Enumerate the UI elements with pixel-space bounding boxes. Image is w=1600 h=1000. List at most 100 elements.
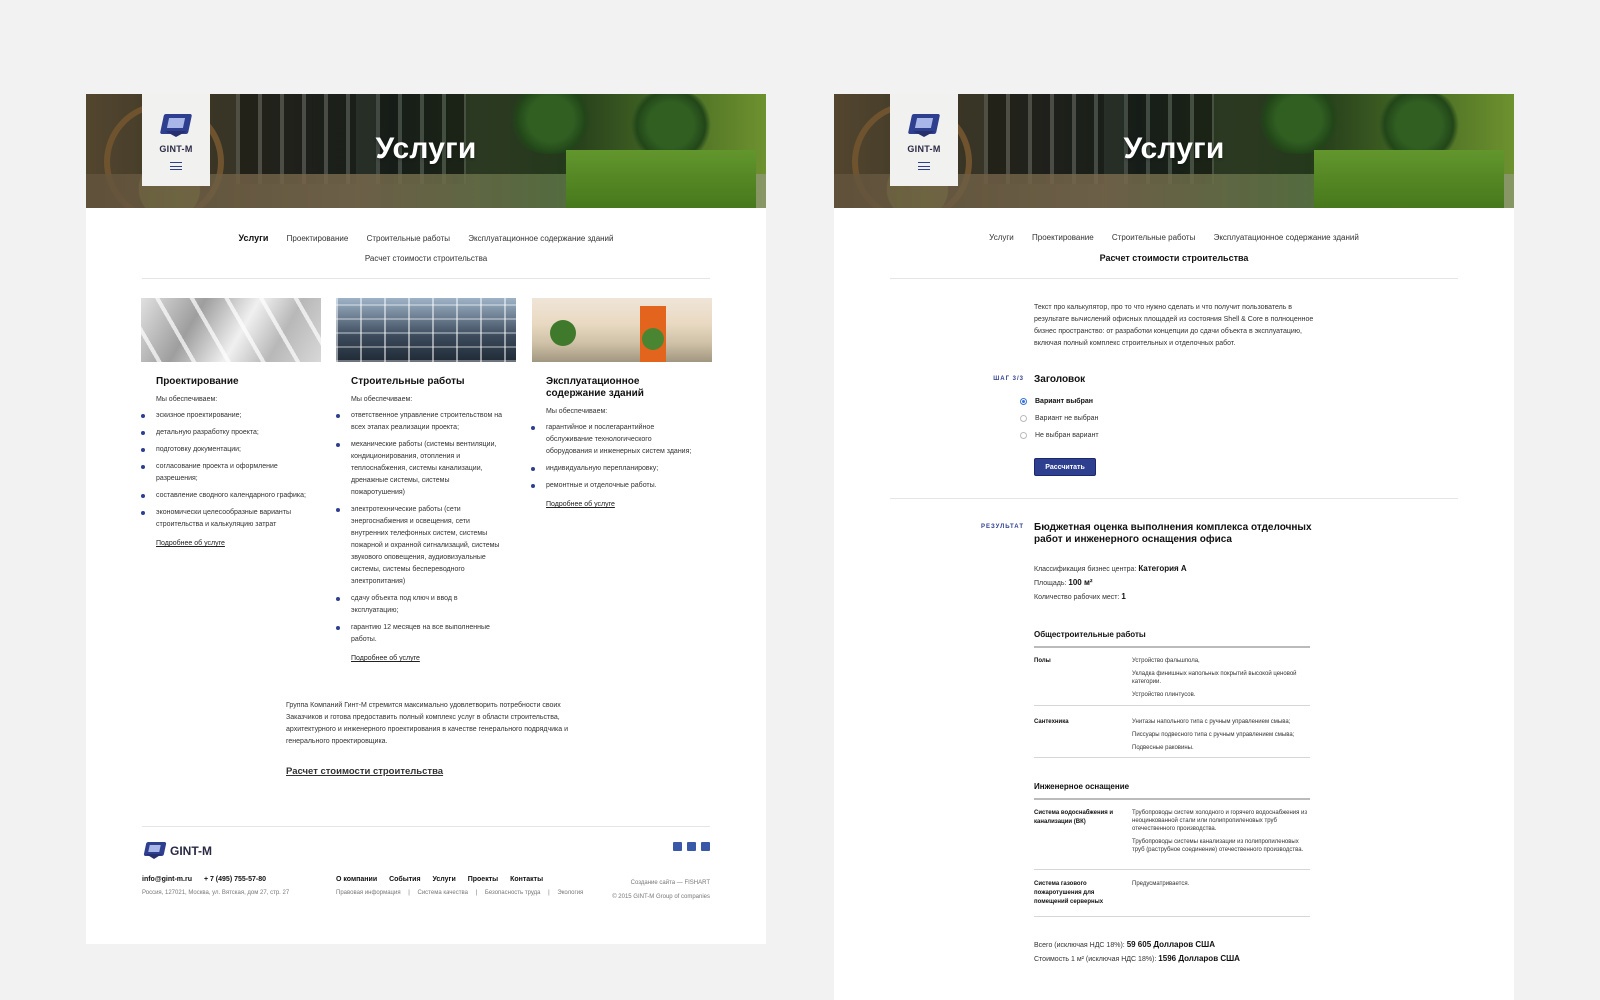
tab-calc[interactable]: Расчет стоимости строительства (365, 249, 487, 269)
service-card-maintenance: Эксплуатационное содержание зданий Мы об… (531, 376, 696, 511)
radio-label[interactable]: Вариант не выбран (1035, 415, 1098, 422)
radio-label[interactable]: Не выбран вариант (1035, 432, 1099, 439)
step-tag: ШАГ 3/3 (993, 376, 1024, 382)
service-image-maintenance[interactable] (532, 298, 712, 362)
service-image-construction[interactable] (336, 298, 516, 362)
service-title[interactable]: Эксплуатационное содержание зданий (546, 376, 696, 400)
instagram-icon[interactable] (687, 842, 696, 851)
tab-services[interactable]: Услуги (239, 228, 269, 248)
linkedin-icon[interactable] (701, 842, 710, 851)
row-key: Сантехника (1034, 719, 1069, 725)
tab-construction[interactable]: Строительные работы (1112, 228, 1195, 248)
separator: | (475, 890, 478, 896)
row-divider (1034, 869, 1310, 870)
list-item: экономически целесообразные варианты стр… (141, 507, 306, 531)
list-item: электротехнические работы (сети энергосн… (336, 504, 503, 588)
tab-calc[interactable]: Расчет стоимости строительства (1100, 248, 1249, 268)
total-label: Всего (исключая НДС 18%): (1034, 942, 1125, 949)
footer-nav-about[interactable]: О компании (336, 876, 377, 883)
row-value: Устройство фальшпола, (1132, 658, 1200, 664)
services-page: Услуги GINT-M Услуги Проектирование Стро… (86, 94, 766, 944)
more-link[interactable]: Подробнее об услуге (546, 499, 615, 511)
logo-icon (142, 842, 167, 860)
service-title[interactable]: Строительные работы (351, 376, 503, 388)
tab-maintenance[interactable]: Эксплуатационное содержание зданий (468, 229, 613, 249)
footer-logo[interactable]: GINT-M (142, 842, 212, 860)
row-value: Укладка финишных напольных покрытий высо… (1132, 671, 1297, 685)
radio-label[interactable]: Вариант выбран (1035, 398, 1093, 405)
kv-label: Классификация бизнес центра: (1034, 566, 1137, 573)
site-credit[interactable]: Создание сайта — FISHART (612, 876, 710, 890)
list-item: индивидуальную перепланировку; (531, 463, 696, 475)
row-values: Предусматривается. (1132, 880, 1312, 893)
service-title[interactable]: Проектирование (156, 376, 306, 388)
workplaces: Количество рабочих мест: 1 (1034, 592, 1126, 601)
list-item: подготовку документации; (141, 444, 306, 456)
service-lead: Мы обеспечиваем: (156, 396, 218, 403)
calculate-button[interactable]: Рассчитать (1034, 458, 1096, 476)
tab-design[interactable]: Проектирование (287, 229, 349, 249)
row-value: Устройство плинтусов. (1132, 692, 1196, 698)
more-link[interactable]: Подробнее об услуге (156, 538, 225, 550)
service-list: гарантийное и послегарантийное обслужива… (531, 422, 696, 492)
section-rule (1034, 646, 1310, 648)
radio-icon[interactable] (1020, 432, 1027, 439)
menu-icon[interactable] (918, 162, 930, 170)
row-divider (1034, 705, 1310, 706)
tab-construction[interactable]: Строительные работы (367, 229, 450, 249)
section-title: Общестроительные работы (1034, 630, 1146, 639)
radio-checked-icon[interactable] (1020, 398, 1027, 405)
menu-icon[interactable] (170, 162, 182, 170)
footer-email[interactable]: info@gint-m.ru (142, 876, 192, 883)
service-list: ответственное управление строительством … (336, 410, 503, 646)
footer-nav-contacts[interactable]: Контакты (510, 876, 543, 883)
footer-safety[interactable]: Безопасность труда (485, 890, 541, 896)
divider (142, 278, 710, 279)
unit-label: Стоимость 1 м² (исключая НДС 18%): (1034, 956, 1157, 963)
calc-link[interactable]: Расчет стоимости строительства (286, 766, 443, 777)
kv-label: Количество рабочих мест: (1034, 594, 1120, 601)
radio-option[interactable]: Вариант не выбран (1020, 415, 1098, 422)
footer-phone[interactable]: + 7 (495) 755-57-80 (204, 876, 266, 883)
radio-icon[interactable] (1020, 415, 1027, 422)
footer-ecology[interactable]: Экология (557, 890, 583, 896)
footer-legal[interactable]: Правовая информация (336, 890, 401, 896)
about-text: Группа Компаний Гинт-М стремится максима… (286, 702, 569, 745)
separator: | (408, 890, 410, 896)
row-key: Система водоснабжения и канализации (ВК) (1034, 810, 1114, 825)
logo-text: GINT-M (159, 144, 193, 154)
divider (890, 498, 1458, 499)
tab-design[interactable]: Проектирование (1032, 228, 1094, 248)
divider (890, 278, 1458, 279)
area: Площадь: 100 м² (1034, 578, 1093, 587)
list-item: сдачу объекта под ключ и ввод в эксплуат… (336, 593, 503, 617)
service-tabs: Услуги Проектирование Строительные работ… (874, 228, 1474, 269)
copyright: © 2015 GINT-M Group of companies (612, 894, 710, 900)
row-value: Писсуары подвесного типа с ручным управл… (1132, 732, 1295, 738)
business-class: Классификация бизнес центра: Категория А (1034, 564, 1187, 573)
list-item: гарантию 12 месяцев на все выполненные р… (336, 622, 503, 646)
service-tabs: Услуги Проектирование Строительные работ… (126, 228, 726, 269)
radio-option[interactable]: Вариант выбран (1020, 398, 1093, 405)
tab-maintenance[interactable]: Эксплуатационное содержание зданий (1214, 228, 1359, 248)
more-link[interactable]: Подробнее об услуге (351, 653, 420, 665)
row-values: Унитазы напольного типа с ручным управле… (1132, 718, 1312, 757)
service-image-design[interactable] (141, 298, 321, 362)
separator: | (548, 890, 550, 896)
tab-services[interactable]: Услуги (989, 228, 1014, 248)
footer-nav-projects[interactable]: Проекты (468, 876, 498, 883)
radio-option[interactable]: Не выбран вариант (1020, 432, 1099, 439)
footer-contacts: info@gint-m.ru + 7 (495) 755-57-80 (142, 876, 266, 883)
footer-credits: Создание сайта — FISHART © 2015 GINT-M G… (612, 876, 710, 904)
row-key: Система газового пожаротушения для помещ… (1034, 881, 1104, 905)
service-lead: Мы обеспечиваем: (546, 408, 608, 415)
logo-icon (907, 114, 941, 140)
logo-card[interactable]: GINT-M (890, 94, 958, 186)
facebook-icon[interactable] (673, 842, 682, 851)
logo-icon (159, 114, 193, 140)
logo-card[interactable]: GINT-M (142, 94, 210, 186)
footer-nav-services[interactable]: Услуги (432, 876, 455, 883)
list-item: механические работы (системы вентиляции,… (336, 439, 503, 499)
footer-nav-events[interactable]: События (389, 876, 420, 883)
footer-quality[interactable]: Система качества (418, 890, 468, 896)
